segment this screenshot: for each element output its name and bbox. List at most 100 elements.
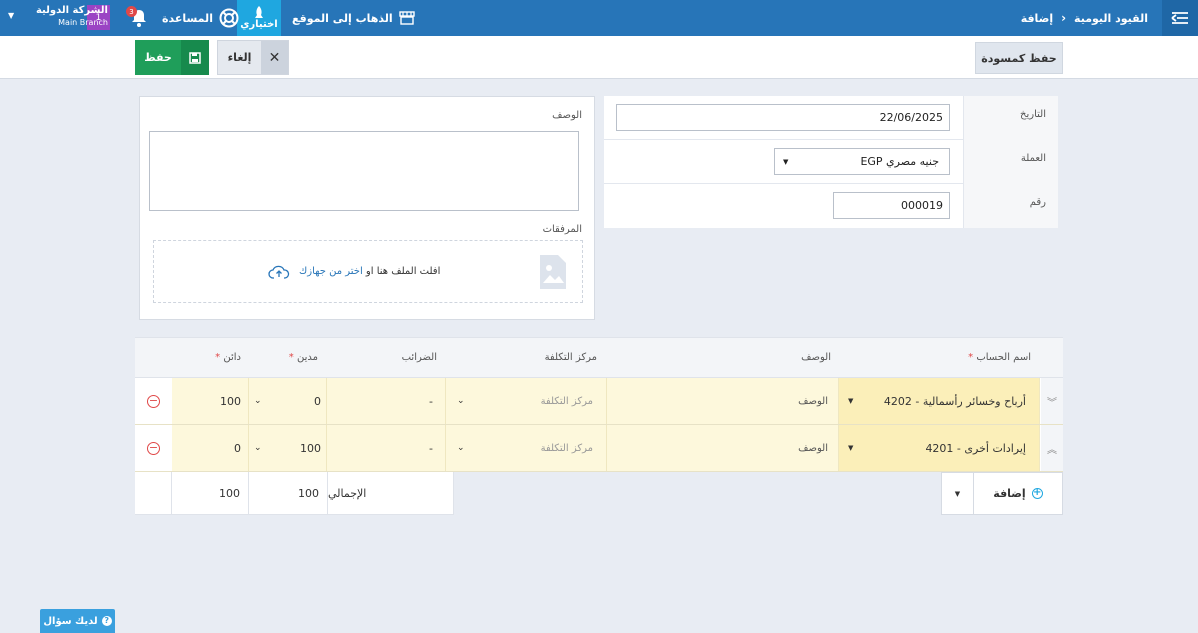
description-card: الوصف المرفقات افلت الملف هنا او اختر من… — [139, 96, 595, 320]
chevron-down-icon: ⌄ — [457, 396, 465, 406]
debit-value: 100 — [300, 441, 321, 455]
go-to-site-link[interactable]: الذهاب إلى الموقع — [292, 0, 415, 36]
have-question-button[interactable]: ? لديك سؤال — [40, 609, 115, 633]
chevron-down-icon: ⌄ — [254, 396, 262, 406]
table-header: اسم الحساب * الوصف مركز التكلفة الضرائب … — [135, 337, 1063, 378]
notifications-count-badge: 3 — [126, 6, 137, 17]
cost-center-placeholder: مركز التكلفة — [540, 395, 593, 407]
number-row: رقم 000019 — [604, 184, 1058, 228]
totals-label-text: الإجمالي — [328, 486, 367, 500]
required-mark: * — [288, 352, 294, 363]
header-cost-center: مركز التكلفة — [544, 352, 597, 363]
total-credit-value: 100 — [219, 486, 240, 500]
debit-cell[interactable]: ⌄ 0 — [249, 378, 327, 424]
cancel-button[interactable]: إلغاء ✕ — [217, 40, 289, 75]
header-taxes: الضرائب — [401, 352, 437, 363]
breadcrumb-current: إضافة — [1020, 11, 1054, 25]
total-credit: 100 — [172, 472, 249, 515]
help-link[interactable]: المساعدة — [162, 0, 239, 36]
cost-center-select[interactable]: ⌄ مركز التكلفة — [446, 378, 607, 424]
number-label: رقم — [963, 184, 1058, 228]
chevron-down-icon: ⌄ — [457, 443, 465, 453]
line-description-input[interactable]: الوصف — [607, 378, 839, 424]
caret-down-icon: ▼ — [8, 11, 15, 20]
caret-down-icon: ▼ — [848, 397, 854, 405]
date-row: التاريخ 22/06/2025 — [604, 96, 1058, 140]
header-account: اسم الحساب * — [968, 352, 1031, 363]
action-bar: حفظ إلغاء ✕ حفظ كمسودة — [0, 36, 1198, 79]
optional-label: اختياري — [240, 19, 278, 30]
rocket-icon — [255, 6, 263, 18]
attachments-title: المرفقات — [542, 224, 582, 235]
menu-arrow-icon — [1171, 12, 1188, 24]
credit-value: 100 — [220, 394, 241, 408]
account-value: 4202 - أرباح وخسائر رأسمالية — [883, 394, 1026, 408]
move-row-up-handle[interactable]: ︽ — [1041, 425, 1063, 471]
description-textarea[interactable] — [149, 131, 579, 211]
header-debit-label: مدين — [296, 352, 318, 363]
remove-row-icon[interactable]: − — [147, 442, 160, 455]
account-select[interactable]: ▼ 4202 - أرباح وخسائر رأسمالية — [839, 378, 1040, 424]
breadcrumb-parent[interactable]: القيود اليومية — [1074, 12, 1148, 25]
tax-select[interactable]: - — [327, 378, 446, 424]
cost-center-placeholder: مركز التكلفة — [540, 442, 593, 454]
lifebuoy-icon — [219, 8, 239, 28]
caret-down-icon: ▼ — [848, 444, 854, 452]
line-description-input[interactable]: الوصف — [607, 425, 839, 471]
company-name: الشركة الدولية — [35, 5, 108, 16]
add-line-button[interactable]: ▼ + إضافة — [941, 472, 1063, 515]
notifications-button[interactable]: 3 — [126, 6, 148, 28]
double-chevron-up-icon: ︽ — [1047, 444, 1057, 456]
credit-cell[interactable]: 100 — [172, 378, 249, 424]
line-description-placeholder: الوصف — [798, 442, 828, 454]
choose-file-link[interactable]: اختر من جهازك — [299, 266, 363, 277]
debit-value: 0 — [314, 394, 321, 408]
question-icon: ? — [101, 616, 112, 626]
account-select[interactable]: ▼ 4201 - إيرادات أخرى — [839, 425, 1040, 471]
header-debit: مدين * — [289, 352, 318, 363]
total-debit: 100 — [249, 472, 328, 515]
have-question-label: لديك سؤال — [43, 615, 98, 627]
chevron-down-icon: ⌄ — [254, 443, 262, 453]
tax-select[interactable]: - — [327, 425, 446, 471]
top-bar: القيود اليومية ‹ إضافة الذهاب إلى الموقع… — [0, 0, 1198, 36]
plus-circle-icon: + — [1031, 487, 1043, 499]
table-row: − 0 ⌄ 100 - ⌄ مركز التكلفة الوصف ▼ 4201 - إ… — [135, 425, 1063, 472]
line-description-placeholder: الوصف — [798, 395, 828, 407]
image-placeholder-icon — [540, 255, 566, 289]
cloud-upload-icon — [268, 265, 290, 279]
required-mark: * — [968, 352, 974, 363]
total-debit-value: 100 — [298, 486, 319, 500]
branch-name: Main Branch — [58, 18, 108, 27]
move-row-down-handle[interactable]: ︾ — [1041, 378, 1063, 424]
double-chevron-down-icon: ︾ — [1047, 397, 1057, 409]
currency-select[interactable]: ▼ EGP جنيه مصري — [774, 148, 950, 175]
account-value: 4201 - إيرادات أخرى — [925, 441, 1026, 455]
remove-row-icon[interactable]: − — [147, 395, 160, 408]
date-label: التاريخ — [963, 96, 1058, 140]
currency-value: EGP جنيه مصري — [860, 155, 939, 168]
add-line-label: + إضافة — [974, 473, 1062, 514]
date-input[interactable]: 22/06/2025 — [616, 104, 950, 131]
cost-center-select[interactable]: ⌄ مركز التكلفة — [446, 425, 607, 471]
attachment-dropzone[interactable]: افلت الملف هنا او اختر من جهازك — [153, 240, 583, 303]
credit-cell[interactable]: 0 — [172, 425, 249, 471]
company-switcher[interactable]: ▼ الشركة الدولية Main Branch — [8, 5, 108, 29]
header-description: الوصف — [801, 352, 831, 363]
required-mark: * — [215, 352, 221, 363]
header-credit: دائن * — [215, 352, 241, 363]
help-label: المساعدة — [162, 11, 213, 25]
floppy-disk-icon — [181, 40, 209, 75]
save-button[interactable]: حفظ — [135, 40, 209, 75]
chevron-left-icon: ‹ — [1061, 11, 1067, 25]
debit-cell[interactable]: ⌄ 100 — [249, 425, 327, 471]
number-input[interactable]: 000019 — [833, 192, 950, 219]
menu-toggle-button[interactable] — [1162, 0, 1198, 36]
cancel-label: إلغاء — [227, 51, 252, 64]
tax-value: - — [429, 441, 433, 455]
add-options-dropdown[interactable]: ▼ — [942, 473, 974, 514]
save-draft-button[interactable]: حفظ كمسودة — [975, 42, 1063, 74]
optional-tab[interactable]: اختياري — [237, 0, 281, 36]
go-to-site-label: الذهاب إلى الموقع — [292, 11, 393, 25]
caret-down-icon: ▼ — [783, 158, 789, 166]
